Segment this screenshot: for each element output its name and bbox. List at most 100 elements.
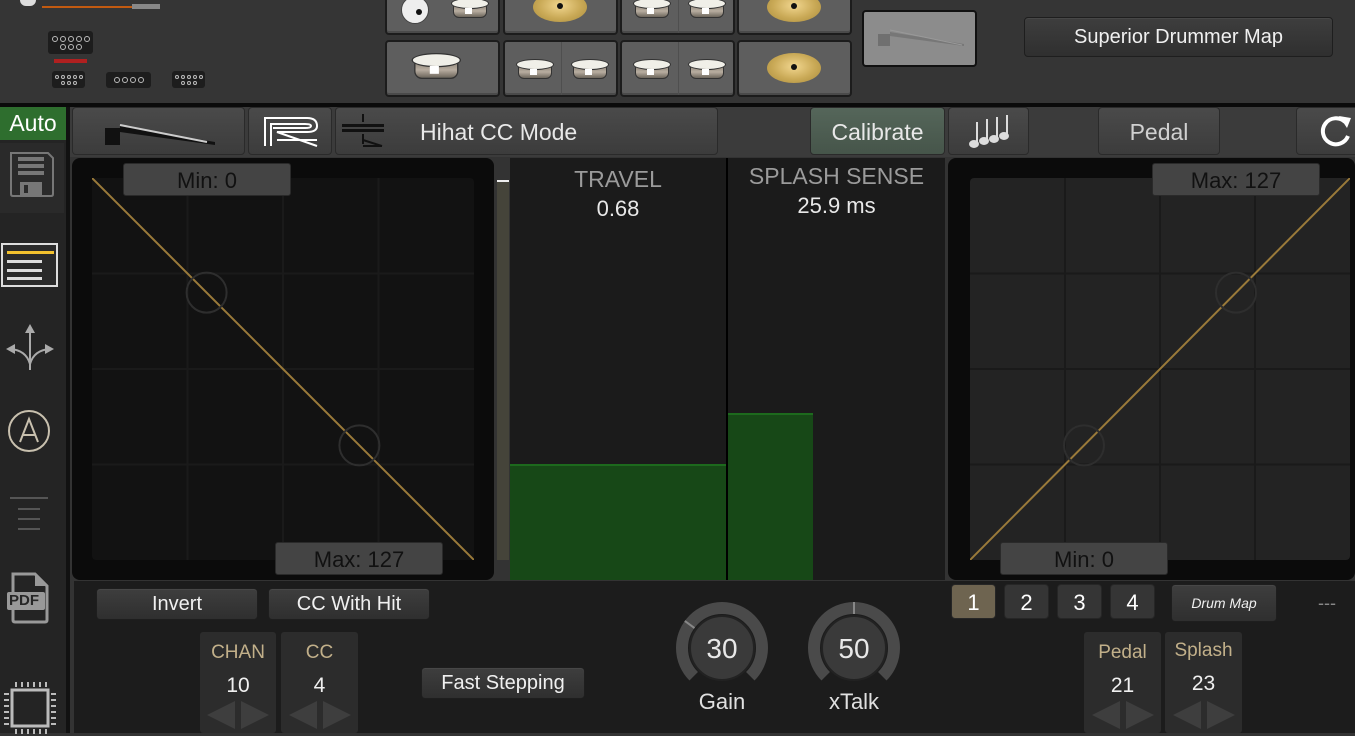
gain-knob-group: 30 Gain xyxy=(672,601,772,715)
mode-label: Hihat CC Mode xyxy=(420,119,578,145)
right-curve-graph[interactable] xyxy=(970,178,1350,560)
input-level-strip xyxy=(497,180,509,560)
notes-button[interactable] xyxy=(948,107,1029,155)
pedal-decrement-icon[interactable] xyxy=(1091,701,1120,729)
roland-logo-icon xyxy=(264,117,319,147)
status-dashes: --- xyxy=(1318,593,1336,613)
cymbal-icon xyxy=(767,0,821,22)
invert-button[interactable]: Invert xyxy=(96,588,258,620)
pedal-note-spinner: Pedal 21 xyxy=(1084,632,1161,733)
auto-button[interactable]: Auto xyxy=(0,107,66,140)
layer-button-1[interactable]: 1 xyxy=(951,584,996,619)
splash-note-value: 23 xyxy=(1191,672,1216,695)
split-arrows-icon[interactable] xyxy=(4,324,56,374)
splash-increment-icon[interactable] xyxy=(1206,701,1235,729)
fast-stepping-button[interactable]: Fast Stepping xyxy=(421,667,585,699)
tom-drum-icon xyxy=(687,59,726,79)
music-notes-icon xyxy=(969,115,1009,148)
pedal-increment-icon[interactable] xyxy=(1125,701,1154,729)
pdf-button[interactable]: PDF xyxy=(7,570,53,626)
lines-icon[interactable] xyxy=(8,495,54,535)
pad-cymbal-2[interactable] xyxy=(737,0,852,35)
hihat-pedal-icon xyxy=(105,124,215,145)
menu-button[interactable] xyxy=(1,243,58,287)
pad-toms-2[interactable] xyxy=(503,40,618,97)
left-curve-panel: Min: 0 Max: 127 xyxy=(72,158,494,580)
travel-bar xyxy=(510,464,726,580)
pdf-label: PDF xyxy=(9,592,39,609)
toolbar: Hihat CC Mode Calibrate Pedal xyxy=(70,107,1355,157)
pad-toms-3[interactable] xyxy=(620,40,735,97)
reset-button[interactable] xyxy=(1296,107,1355,155)
connector-active-indicator xyxy=(54,59,87,63)
travel-value: 0.68 xyxy=(596,196,640,221)
tom-drum-icon xyxy=(570,59,609,79)
right-curve-panel: Max: 127 Min: 0 xyxy=(948,158,1355,580)
splash-sense-value: 25.9 ms xyxy=(797,193,876,218)
left-curve-graph[interactable] xyxy=(92,178,474,560)
splash-sense-label: SPLASH SENSE xyxy=(748,163,925,189)
chan-increment-icon[interactable] xyxy=(241,701,269,729)
pad-kick-tom[interactable] xyxy=(385,0,500,35)
cc-increment-icon[interactable] xyxy=(322,701,351,729)
roland-brand-button[interactable] xyxy=(248,107,332,155)
xtalk-knob[interactable]: 50 xyxy=(804,601,904,691)
snare-drum-icon xyxy=(411,53,461,79)
cymbal-icon xyxy=(533,0,587,22)
pedal-note-label: Pedal xyxy=(1098,642,1147,663)
hihat-pedal-icon xyxy=(878,29,964,46)
cc-spinner: CC 4 xyxy=(281,632,358,733)
tom-drum-icon xyxy=(687,0,726,18)
left-min-label[interactable]: Min: 0 xyxy=(123,163,291,196)
gain-label: Gain xyxy=(698,689,746,714)
right-max-label[interactable]: Max: 127 xyxy=(1152,163,1320,196)
logo-cable xyxy=(20,0,160,10)
connector-port-2[interactable] xyxy=(106,72,151,88)
layer-button-2[interactable]: 2 xyxy=(1004,584,1049,619)
cc-with-hit-button[interactable]: CC With Hit xyxy=(268,588,430,620)
kick-drum-icon xyxy=(401,0,429,24)
tom-drum-icon xyxy=(633,59,671,79)
cymbal-icon xyxy=(767,53,821,83)
layer-button-3[interactable]: 3 xyxy=(1057,584,1102,619)
hihat-cc-mode-button[interactable]: Hihat CC Mode xyxy=(335,107,718,155)
save-button[interactable] xyxy=(0,143,64,213)
connector-port-1[interactable] xyxy=(52,71,85,88)
cc-value: 4 xyxy=(313,674,326,697)
connector-port-main[interactable] xyxy=(48,31,93,54)
tom-drum-icon xyxy=(516,59,554,79)
pad-toms-1[interactable] xyxy=(620,0,735,35)
list-menu-icon xyxy=(7,251,54,280)
pedal-button[interactable]: Pedal xyxy=(1098,107,1220,155)
layer-button-4[interactable]: 4 xyxy=(1110,584,1155,619)
splash-note-spinner: Splash 23 xyxy=(1165,632,1242,733)
splash-sense-bar[interactable] xyxy=(728,413,813,580)
pedal-type-button[interactable] xyxy=(72,107,245,155)
splash-sense-meter: SPLASH SENSE 25.9 ms xyxy=(728,158,945,580)
tom-drum-icon xyxy=(633,0,671,18)
splash-decrement-icon[interactable] xyxy=(1172,701,1201,729)
pad-snare[interactable] xyxy=(385,40,500,97)
calibrate-button[interactable]: Calibrate xyxy=(810,107,945,155)
right-min-label[interactable]: Min: 0 xyxy=(1000,542,1168,575)
pad-hihat-pedal[interactable] xyxy=(862,10,977,67)
cc-decrement-icon[interactable] xyxy=(288,701,317,729)
drum-map-button[interactable]: Drum Map xyxy=(1171,584,1277,622)
splash-note-label: Splash xyxy=(1174,640,1233,661)
knob-value: 50 xyxy=(838,633,869,664)
connector-port-3[interactable] xyxy=(172,71,205,88)
left-max-label[interactable]: Max: 127 xyxy=(275,542,443,575)
gain-knob[interactable]: 30 xyxy=(672,601,772,691)
travel-meter: TRAVEL 0.68 xyxy=(510,158,726,580)
bottom-panel: Invert CC With Hit CHAN 10 CC 4 Fast Ste… xyxy=(74,581,1355,733)
chan-decrement-icon[interactable] xyxy=(207,701,235,729)
pad-cymbal-3[interactable] xyxy=(737,40,852,97)
circle-a-icon[interactable] xyxy=(6,408,52,454)
left-curve-grid xyxy=(92,178,474,560)
pad-cymbal-1[interactable] xyxy=(503,0,618,35)
knob-value: 30 xyxy=(706,633,737,664)
chan-value: 10 xyxy=(226,674,250,697)
superior-drummer-map-button[interactable]: Superior Drummer Map xyxy=(1024,17,1333,57)
xtalk-label: xTalk xyxy=(828,689,880,714)
chip-icon[interactable] xyxy=(2,680,58,736)
